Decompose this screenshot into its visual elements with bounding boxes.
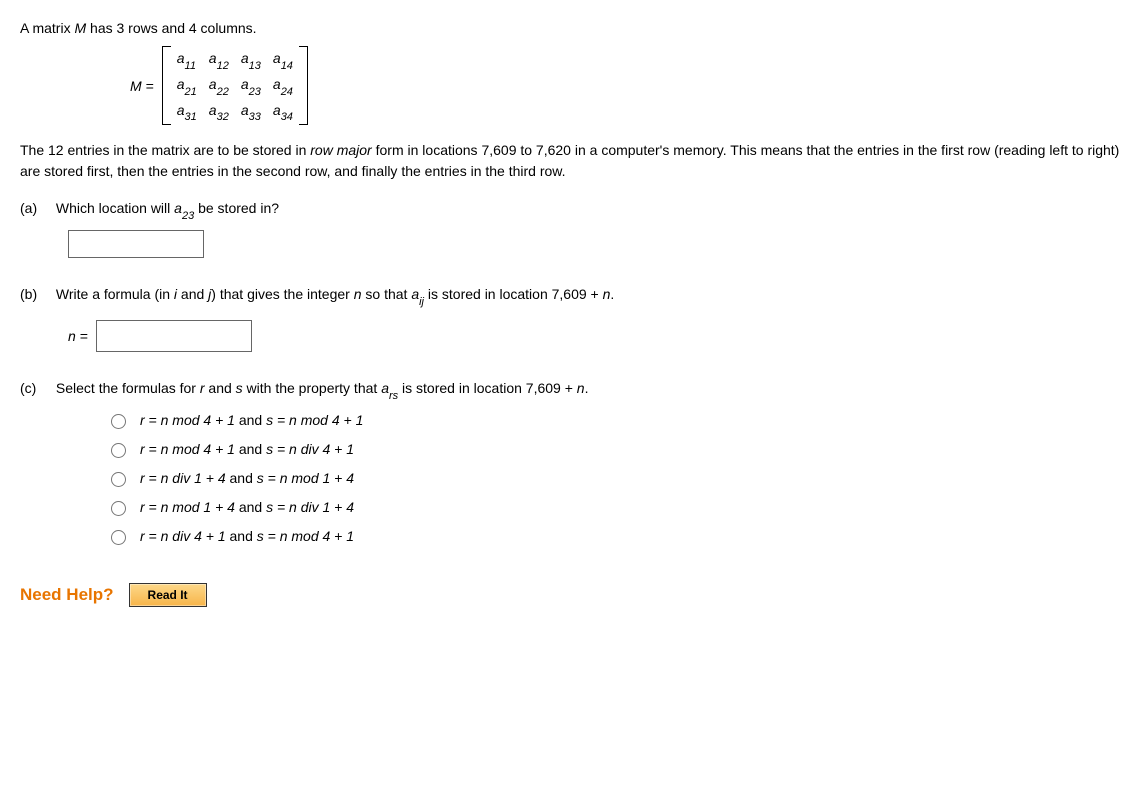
a-q2: be stored in? bbox=[194, 200, 279, 216]
option-row: r = n mod 4 + 1 and s = n div 4 + 1 bbox=[106, 440, 1122, 458]
c-var-sub: rs bbox=[389, 390, 398, 402]
b-q3: ) that gives the integer bbox=[211, 286, 353, 302]
intro-suffix: has 3 rows and 4 columns. bbox=[86, 20, 256, 36]
part-a-question: Which location will a23 be stored in? bbox=[56, 200, 279, 220]
c-q5: . bbox=[585, 380, 589, 396]
a-var: a23 bbox=[174, 200, 194, 216]
part-b-label: (b) bbox=[20, 286, 52, 302]
option-row: r = n div 4 + 1 and s = n mod 4 + 1 bbox=[106, 527, 1122, 545]
matrix-var: M bbox=[130, 78, 142, 94]
matrix-entry: a24 bbox=[273, 76, 293, 96]
matrix-entry: a23 bbox=[241, 76, 261, 96]
option-row: r = n div 1 + 4 and s = n mod 1 + 4 bbox=[106, 469, 1122, 487]
read-it-button[interactable]: Read It bbox=[129, 583, 207, 607]
b-q5: is stored in location 7,609 + bbox=[424, 286, 603, 302]
c-q2: and bbox=[205, 380, 236, 396]
part-c-options: r = n mod 4 + 1 and s = n mod 4 + 1 r = n… bbox=[106, 411, 1122, 545]
matrix-entry: a22 bbox=[209, 76, 229, 96]
b-q6: . bbox=[610, 286, 614, 302]
option-text: r = n div 1 + 4 and s = n mod 1 + 4 bbox=[140, 470, 354, 486]
part-b-input[interactable] bbox=[96, 320, 252, 352]
n-equals-label: n = bbox=[68, 328, 88, 344]
matrix-grid: a11 a12 a13 a14 a21 a22 a23 a24 a31 a32 a33 a34 bbox=[171, 46, 299, 125]
b-q4: so that bbox=[362, 286, 412, 302]
c-q4: is stored in location 7,609 + bbox=[398, 380, 577, 396]
matrix-eq: = bbox=[142, 78, 154, 94]
description-paragraph: The 12 entries in the matrix are to be s… bbox=[20, 140, 1122, 182]
part-b-question: Write a formula (in i and j) that gives … bbox=[56, 286, 614, 306]
option-row: r = n mod 1 + 4 and s = n div 1 + 4 bbox=[106, 498, 1122, 516]
matrix-display: M = a11 a12 a13 a14 a21 a22 a23 a24 a31 a32 a33 a34 bbox=[130, 46, 1122, 125]
bracket-right bbox=[299, 46, 308, 125]
intro-text: A matrix M has 3 rows and 4 columns. bbox=[20, 20, 1122, 36]
matrix-entry: a12 bbox=[209, 50, 229, 70]
para-t1: The 12 entries in the matrix are to be s… bbox=[20, 142, 310, 158]
matrix-entry: a14 bbox=[273, 50, 293, 70]
b-var: aij bbox=[411, 286, 424, 302]
matrix-brackets: a11 a12 a13 a14 a21 a22 a23 a24 a31 a32 a33 a34 bbox=[162, 46, 308, 125]
matrix-entry: a31 bbox=[177, 102, 197, 122]
b-n: n bbox=[354, 286, 362, 302]
part-c-question: Select the formulas for r and s with the… bbox=[56, 380, 589, 400]
para-em1: row major bbox=[310, 142, 371, 158]
need-help-row: Need Help? Read It bbox=[20, 583, 1122, 607]
option-text: r = n mod 4 + 1 and s = n div 4 + 1 bbox=[140, 441, 354, 457]
intro-prefix: A matrix bbox=[20, 20, 74, 36]
a-q1: Which location will bbox=[56, 200, 174, 216]
matrix-entry: a33 bbox=[241, 102, 261, 122]
option-radio[interactable] bbox=[111, 501, 126, 516]
c-q1: Select the formulas for bbox=[56, 380, 200, 396]
matrix-label: M = bbox=[130, 78, 154, 94]
part-a: (a) Which location will a23 be stored in… bbox=[20, 200, 1122, 258]
part-a-label: (a) bbox=[20, 200, 52, 216]
a-var-letter: a bbox=[174, 200, 182, 216]
b-q1: Write a formula (in bbox=[56, 286, 174, 302]
matrix-entry: a32 bbox=[209, 102, 229, 122]
matrix-entry: a13 bbox=[241, 50, 261, 70]
option-radio[interactable] bbox=[111, 443, 126, 458]
matrix-entry: a21 bbox=[177, 76, 197, 96]
b-var-sub: ij bbox=[419, 296, 424, 308]
n-equals-row: n = bbox=[68, 320, 1122, 352]
b-q2: and bbox=[177, 286, 208, 302]
part-a-input[interactable] bbox=[68, 230, 204, 258]
matrix-entry: a11 bbox=[177, 50, 197, 70]
option-row: r = n mod 4 + 1 and s = n mod 4 + 1 bbox=[106, 411, 1122, 429]
need-help-label: Need Help? bbox=[20, 585, 114, 605]
part-c-label: (c) bbox=[20, 380, 52, 396]
part-c: (c) Select the formulas for r and s with… bbox=[20, 380, 1122, 545]
c-n: n bbox=[577, 380, 585, 396]
option-text: r = n mod 4 + 1 and s = n mod 4 + 1 bbox=[140, 412, 363, 428]
option-radio[interactable] bbox=[111, 414, 126, 429]
a-var-sub: 23 bbox=[182, 210, 194, 222]
c-var-letter: a bbox=[381, 380, 389, 396]
c-var: ars bbox=[381, 380, 398, 396]
option-text: r = n mod 1 + 4 and s = n div 1 + 4 bbox=[140, 499, 354, 515]
b-var-letter: a bbox=[411, 286, 419, 302]
part-b: (b) Write a formula (in i and j) that gi… bbox=[20, 286, 1122, 352]
option-radio[interactable] bbox=[111, 530, 126, 545]
matrix-entry: a34 bbox=[273, 102, 293, 122]
bracket-left bbox=[162, 46, 171, 125]
c-q3: with the property that bbox=[243, 380, 382, 396]
option-radio[interactable] bbox=[111, 472, 126, 487]
c-s: s bbox=[236, 380, 243, 396]
option-text: r = n div 4 + 1 and s = n mod 4 + 1 bbox=[140, 528, 354, 544]
intro-var: M bbox=[74, 20, 86, 36]
